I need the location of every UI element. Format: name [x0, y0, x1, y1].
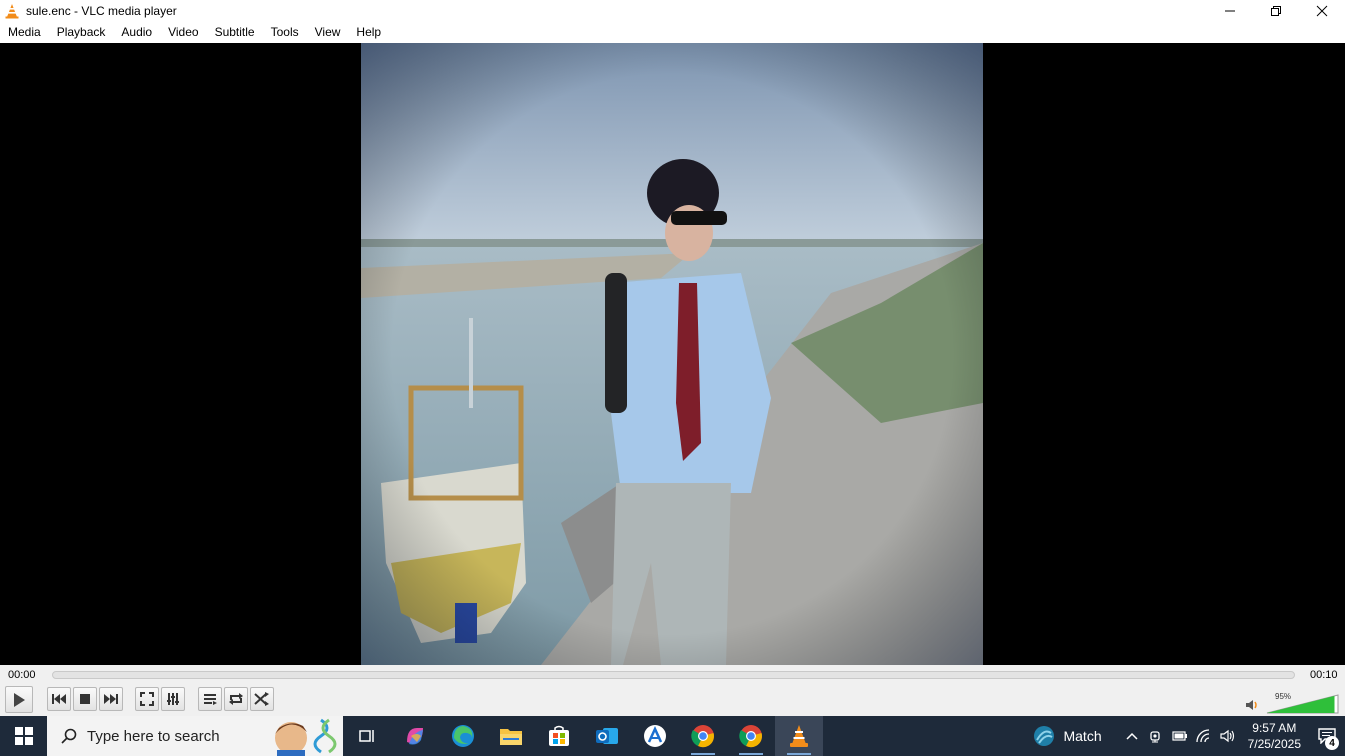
app-button[interactable]: [631, 716, 679, 756]
app-icon: [644, 725, 666, 747]
total-time: 00:10: [1310, 669, 1338, 681]
speaker-icon[interactable]: [1245, 699, 1259, 711]
seek-bar[interactable]: [52, 671, 1295, 679]
start-button[interactable]: [0, 716, 47, 756]
window-title: sule.enc - VLC media player: [26, 4, 177, 18]
menu-help[interactable]: Help: [348, 22, 389, 43]
minimize-button[interactable]: [1207, 0, 1253, 22]
store-button[interactable]: [535, 716, 583, 756]
clock[interactable]: 9:57 AM 7/25/2025: [1248, 720, 1301, 752]
search-placeholder: Type here to search: [87, 727, 220, 745]
weather-widget[interactable]: Match: [1033, 725, 1102, 747]
menu-subtitle[interactable]: Subtitle: [207, 22, 263, 43]
weather-icon: [1034, 726, 1055, 746]
shuffle-icon: [254, 692, 269, 706]
loop-button[interactable]: [224, 687, 248, 711]
search-highlight-icon: [275, 718, 337, 756]
menu-video[interactable]: Video: [160, 22, 206, 43]
edge-button[interactable]: [439, 716, 487, 756]
chrome-button-2[interactable]: [727, 716, 775, 756]
store-icon: [549, 725, 569, 746]
menu-view[interactable]: View: [307, 22, 349, 43]
menu-audio[interactable]: Audio: [113, 22, 160, 43]
chrome-icon: [739, 725, 762, 748]
play-icon: [14, 692, 25, 707]
search-icon: [61, 728, 77, 744]
previous-icon: [52, 694, 66, 704]
fullscreen-icon: [140, 692, 154, 706]
title-bar: sule.enc - VLC media player: [0, 0, 1345, 22]
task-view-icon: [359, 730, 374, 742]
vlc-cone-icon: [5, 4, 19, 19]
playlist-icon: [204, 694, 217, 705]
play-button[interactable]: [5, 686, 33, 713]
clock-date: 7/25/2025: [1247, 737, 1301, 751]
copilot-button[interactable]: [391, 716, 439, 756]
next-button[interactable]: [99, 687, 123, 711]
network-button[interactable]: [1192, 716, 1216, 756]
clock-time: 9:57 AM: [1252, 721, 1297, 735]
vlc-icon: [790, 725, 808, 747]
menu-media[interactable]: Media: [0, 22, 49, 43]
restore-button[interactable]: [1253, 0, 1299, 22]
windows-logo-icon: [14, 727, 33, 745]
extended-settings-icon: [167, 693, 179, 705]
battery-button[interactable]: [1168, 716, 1192, 756]
edge-icon: [452, 725, 474, 747]
stop-icon: [80, 694, 90, 704]
restore-icon: [1271, 6, 1281, 16]
battery-icon: [1172, 731, 1187, 741]
outlook-button[interactable]: [583, 716, 631, 756]
notification-center-button[interactable]: 4: [1309, 716, 1345, 756]
shuffle-button[interactable]: [250, 687, 274, 711]
wifi-icon: [1195, 729, 1209, 743]
chrome-button-1[interactable]: [679, 716, 727, 756]
video-area[interactable]: [0, 43, 1345, 665]
chevron-up-icon: [1126, 732, 1138, 740]
loop-icon: [229, 693, 243, 705]
elapsed-time: 00:00: [8, 669, 36, 681]
meet-now-button[interactable]: [1144, 716, 1168, 756]
menu-bar: Media Playback Audio Video Subtitle Tool…: [0, 22, 1345, 43]
previous-button[interactable]: [47, 687, 71, 711]
file-explorer-icon: [500, 729, 522, 745]
playlist-button[interactable]: [198, 687, 222, 711]
task-view-button[interactable]: [343, 716, 391, 756]
video-frame: [361, 43, 983, 665]
file-explorer-button[interactable]: [487, 716, 535, 756]
notification-badge: 4: [1325, 736, 1339, 750]
volume-icon: [1220, 729, 1234, 743]
system-tray: Match 9:57 AM 7/25/2025 4: [1033, 716, 1345, 756]
close-icon: [1316, 5, 1328, 17]
show-hidden-icons-button[interactable]: [1120, 716, 1144, 756]
menu-playback[interactable]: Playback: [49, 22, 114, 43]
weather-label: Match: [1063, 728, 1102, 744]
vlc-button[interactable]: [775, 716, 823, 756]
taskbar: Type here to search Match 9:57 AM 7/25/2…: [0, 716, 1345, 756]
copilot-icon: [407, 728, 423, 745]
extended-settings-button[interactable]: [161, 687, 185, 711]
chrome-icon: [691, 725, 714, 748]
fullscreen-button[interactable]: [135, 687, 159, 711]
volume-tray-button[interactable]: [1216, 716, 1240, 756]
next-icon: [104, 694, 118, 704]
minimize-icon: [1225, 10, 1235, 12]
menu-tools[interactable]: Tools: [263, 22, 307, 43]
stop-button[interactable]: [73, 687, 97, 711]
outlook-icon: [596, 728, 618, 744]
close-button[interactable]: [1299, 0, 1345, 22]
camera-icon: [1149, 731, 1160, 743]
volume-slider[interactable]: [1266, 694, 1340, 714]
search-box[interactable]: Type here to search: [47, 716, 343, 756]
player-controls: 00:00 00:10 95%: [0, 665, 1345, 716]
